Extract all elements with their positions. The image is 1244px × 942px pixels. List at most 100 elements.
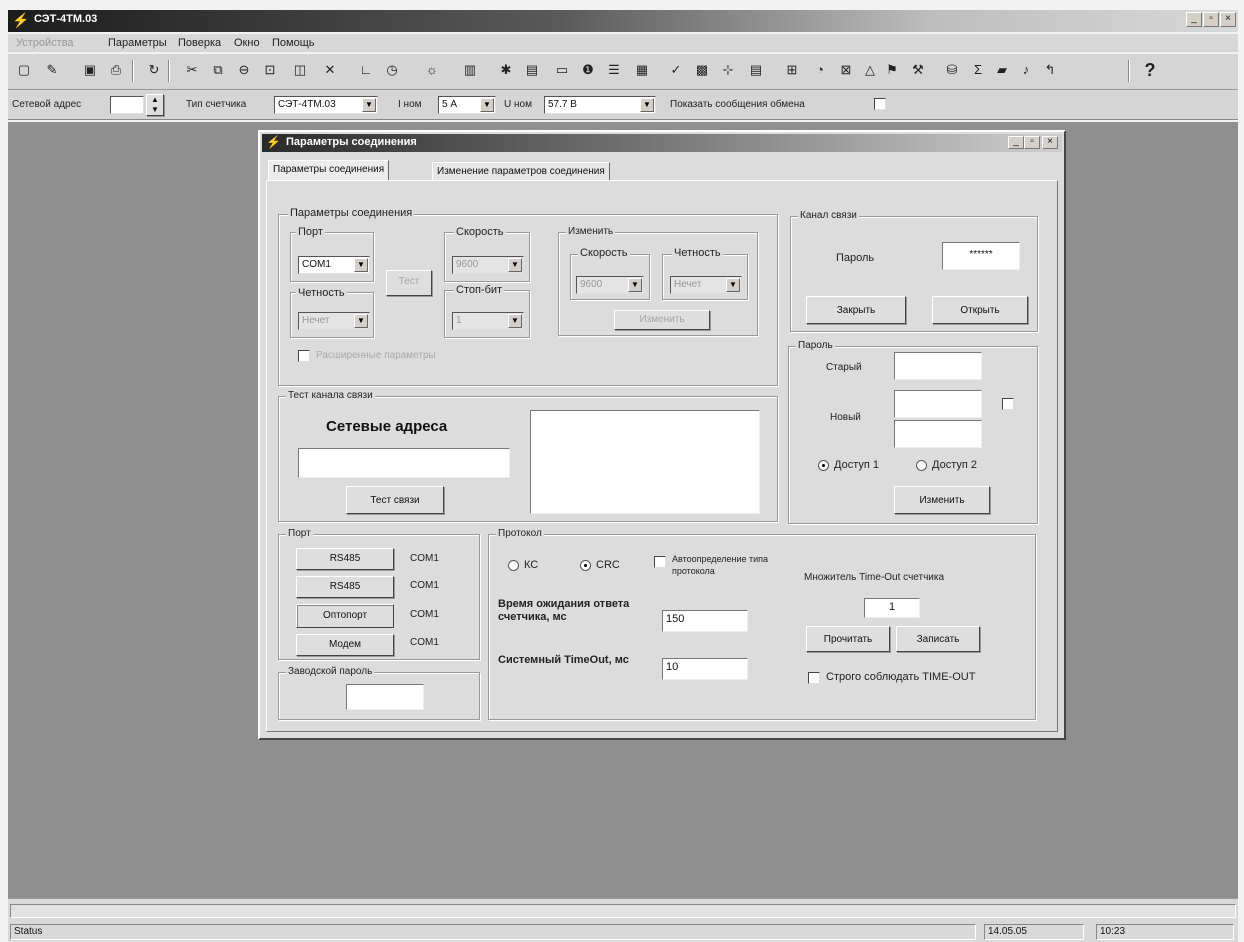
stopbit-select[interactable]: 1 ▼	[452, 312, 524, 330]
window-icon[interactable]: ▭	[554, 62, 570, 78]
car-icon[interactable]: ⊞	[784, 62, 800, 78]
flag-icon[interactable]: ⚑	[884, 62, 900, 78]
port-rs485-2-button[interactable]: RS485	[296, 576, 394, 598]
write-button[interactable]: Записать	[896, 626, 980, 652]
clock-icon[interactable]: ◷	[384, 62, 400, 78]
table-icon[interactable]: ▤	[524, 62, 540, 78]
connect-icon[interactable]: ⊖	[236, 62, 252, 78]
new-password-input[interactable]	[894, 390, 982, 418]
grid-icon[interactable]: ▦	[634, 62, 650, 78]
dialog-minimize-button[interactable]: _	[1008, 136, 1024, 149]
menu-verification[interactable]: Поверка	[178, 37, 221, 49]
meter-icon[interactable]: ✱	[498, 62, 514, 78]
delete-icon[interactable]: ✕	[322, 62, 338, 78]
report-icon[interactable]: ▤	[748, 62, 764, 78]
paste-icon[interactable]: ◫	[292, 62, 308, 78]
confirm-password-input[interactable]	[894, 420, 982, 448]
graph-icon[interactable]: ∟	[358, 62, 374, 78]
meter-type-select[interactable]: СЭТ-4ТМ.03 ▼	[274, 96, 378, 114]
chart-icon[interactable]: ▥	[462, 62, 478, 78]
factory-password-input[interactable]	[346, 684, 424, 710]
maximize-button[interactable]: ▫	[1203, 12, 1219, 27]
status-text: Status	[10, 924, 976, 940]
cut-icon[interactable]: ✂	[184, 62, 200, 78]
port-select[interactable]: COM1 ▼	[298, 256, 370, 274]
test-log-area[interactable]	[530, 410, 760, 514]
net-addresses-input[interactable]	[298, 448, 510, 478]
triangle-icon[interactable]: △	[862, 62, 878, 78]
menu-window[interactable]: Окно	[234, 37, 260, 49]
change-parity-select[interactable]: Нечет ▼	[670, 276, 742, 294]
close-button[interactable]: ×	[1220, 12, 1236, 27]
new-icon[interactable]: ▢	[16, 62, 32, 78]
menu-devices[interactable]: Устройства	[16, 37, 74, 49]
timer-icon[interactable]: ◔	[812, 62, 828, 78]
parity-select[interactable]: Нечет ▼	[298, 312, 370, 330]
protocol-crc-label: CRC	[596, 559, 620, 571]
test-connection-button[interactable]: Тест связи	[346, 486, 444, 514]
change-speed-select[interactable]: 9600 ▼	[576, 276, 644, 294]
read-button[interactable]: Прочитать	[806, 626, 890, 652]
dialog-maximize-button[interactable]: ▫	[1024, 136, 1040, 149]
chevron-down-icon: ▼	[354, 258, 368, 272]
close-channel-button[interactable]: Закрыть	[806, 296, 906, 324]
net-address-input[interactable]	[110, 96, 144, 114]
test-button[interactable]: Тест	[386, 270, 432, 296]
tools-icon[interactable]: ⚒	[910, 62, 926, 78]
minimize-button[interactable]: _	[1186, 12, 1202, 27]
change-speed-label: Скорость	[578, 247, 630, 259]
wait-time-input[interactable]: 150	[662, 610, 748, 632]
speed-select[interactable]: 9600 ▼	[452, 256, 524, 274]
port-optoport-button[interactable]: Оптопорт	[296, 604, 394, 628]
change-password-button[interactable]: Изменить	[894, 486, 990, 514]
energy-icon[interactable]: ⊠	[838, 62, 854, 78]
port-modem-button[interactable]: Модем	[296, 634, 394, 656]
refresh-icon[interactable]: ↻	[146, 62, 162, 78]
copy-icon[interactable]: ⧉	[210, 62, 226, 78]
info-icon[interactable]: ❶	[580, 62, 596, 78]
protocol-crc-radio[interactable]	[580, 560, 591, 571]
change-button[interactable]: Изменить	[614, 310, 710, 330]
tab-change-connection-params[interactable]: Изменение параметров соединения	[432, 162, 610, 180]
sum-icon[interactable]: Σ	[970, 62, 986, 78]
protocol-ks-radio[interactable]	[508, 560, 519, 571]
access2-radio[interactable]	[916, 460, 927, 471]
access1-radio[interactable]	[818, 460, 829, 471]
print-icon[interactable]: ⎙	[108, 62, 124, 78]
settings-icon[interactable]: ⊹	[720, 62, 736, 78]
strict-timeout-checkbox[interactable]	[808, 672, 820, 684]
port-rs485-2-value: COM1	[410, 580, 439, 591]
dialog-close-button[interactable]: ×	[1042, 136, 1058, 149]
wait-time-label: Время ожидания ответа счетчика, мс	[498, 598, 630, 623]
multiplier-input[interactable]: 1	[864, 598, 920, 618]
arrow-icon[interactable]: ↰	[1042, 62, 1058, 78]
list-icon[interactable]: ☰	[606, 62, 622, 78]
open-channel-button[interactable]: Открыть	[932, 296, 1028, 324]
show-password-checkbox[interactable]	[1002, 398, 1014, 410]
sys-timeout-input[interactable]: 10	[662, 658, 748, 680]
port-rs485-1-button[interactable]: RS485	[296, 548, 394, 570]
book-icon[interactable]: ▰	[994, 62, 1010, 78]
channel-password-input[interactable]: ******	[942, 242, 1020, 270]
net-address-spinner[interactable]: ▲ ▼	[146, 94, 164, 116]
sun-icon[interactable]: ☼	[424, 62, 440, 78]
bell-icon[interactable]: ♪	[1018, 62, 1034, 78]
db-icon[interactable]: ⛁	[944, 62, 960, 78]
menu-help[interactable]: Помощь	[272, 37, 315, 49]
help-icon[interactable]: ?	[1142, 61, 1158, 79]
inom-select[interactable]: 5 А ▼	[438, 96, 496, 114]
calendar-icon[interactable]: ▩	[694, 62, 710, 78]
chevron-down-icon: ▼	[354, 314, 368, 328]
show-messages-checkbox[interactable]	[874, 98, 886, 110]
autodetect-checkbox[interactable]	[654, 556, 666, 568]
unom-select[interactable]: 57.7 В ▼	[544, 96, 656, 114]
access1-label: Доступ 1	[834, 459, 879, 471]
tab-connection-params[interactable]: Параметры соединения	[268, 160, 390, 180]
old-password-input[interactable]	[894, 352, 982, 380]
advanced-params-checkbox[interactable]	[298, 350, 310, 362]
menu-parameters[interactable]: Параметры	[108, 37, 167, 49]
check-icon[interactable]: ✓	[668, 62, 684, 78]
save-icon[interactable]: ▣	[82, 62, 98, 78]
disconnect-icon[interactable]: ⊡	[262, 62, 278, 78]
open-icon[interactable]: ✎	[44, 62, 60, 78]
